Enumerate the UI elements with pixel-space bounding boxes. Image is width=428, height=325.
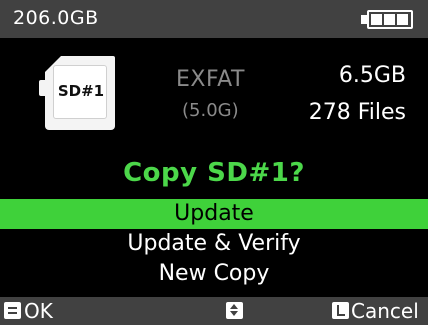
filesystem-type: EXFAT	[176, 67, 245, 92]
cancel-softkey-label[interactable]: Cancel	[351, 299, 419, 323]
card-used-size: 6.5GB	[338, 63, 406, 88]
status-bar: 206.0GB	[0, 0, 428, 38]
arrow-down-icon	[230, 311, 238, 316]
filesystem-size: (5.0G)	[182, 100, 239, 121]
menu-item-update[interactable]: Update	[0, 199, 428, 229]
arrow-up-icon	[230, 304, 238, 309]
menu-key-icon[interactable]	[4, 302, 21, 319]
softkey-bar: OK Cancel	[0, 297, 428, 325]
sd-card-label: SD#1	[57, 82, 105, 100]
storage-capacity: 206.0GB	[13, 7, 99, 29]
battery-cell	[397, 14, 408, 25]
l-key-icon[interactable]	[332, 302, 349, 319]
up-down-key-icon[interactable]	[226, 302, 243, 319]
battery-cell	[371, 14, 382, 25]
sd-card-label-box: SD#1	[53, 65, 107, 119]
device-screen: 206.0GB SD#1 EXFAT (5.0G) 6.5GB 278 File…	[0, 0, 428, 325]
file-count: 278 Files	[308, 100, 406, 125]
sd-card-icon: SD#1	[39, 56, 115, 130]
menu-item-new-copy[interactable]: New Copy	[0, 259, 428, 289]
battery-cell	[384, 14, 395, 25]
ok-softkey-label[interactable]: OK	[24, 299, 53, 323]
copy-prompt: Copy SD#1?	[123, 158, 305, 188]
battery-full-icon	[367, 10, 413, 29]
menu-item-update-verify[interactable]: Update & Verify	[0, 229, 428, 259]
